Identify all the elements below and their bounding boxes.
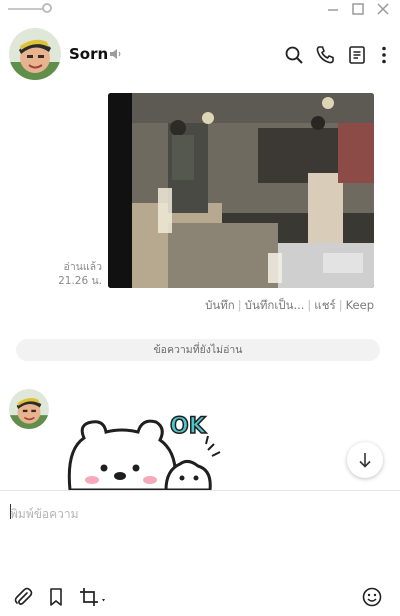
message-actions: บันทึก | บันทึกเป็น... | แชร์ | Keep	[150, 297, 374, 315]
text-caret	[10, 504, 11, 519]
read-status: อ่านแล้ว 21.26 น.	[52, 260, 102, 288]
notes-icon[interactable]	[346, 44, 368, 66]
avatar[interactable]	[9, 28, 61, 80]
scroll-down-button[interactable]	[347, 442, 383, 478]
attach-icon[interactable]	[12, 586, 34, 608]
more-icon[interactable]	[374, 44, 394, 66]
message-photo[interactable]	[108, 93, 374, 288]
message-input[interactable]	[10, 505, 380, 575]
bookmark-icon[interactable]	[45, 586, 67, 608]
sticker[interactable]: OK	[62, 410, 232, 490]
action-separator: |	[338, 298, 343, 312]
message-time: 21.26 น.	[58, 275, 102, 287]
save-as-action[interactable]: บันทึกเป็น...	[245, 298, 305, 312]
emoji-icon[interactable]	[361, 586, 383, 608]
action-separator: |	[237, 298, 242, 312]
share-action[interactable]: แชร์	[314, 298, 335, 312]
unread-divider: ข้อความที่ยังไม่อ่าน	[16, 339, 380, 361]
maximize-icon[interactable]	[347, 0, 369, 18]
contact-name[interactable]: Sorn	[69, 45, 108, 63]
action-separator: |	[307, 298, 312, 312]
minimize-icon[interactable]	[322, 0, 344, 18]
arrow-down-icon	[359, 453, 371, 468]
keep-action[interactable]: Keep	[346, 298, 374, 312]
close-icon[interactable]	[372, 0, 394, 18]
pin-icon[interactable]	[42, 3, 52, 13]
mute-icon	[108, 46, 122, 60]
sticker-text: OK	[169, 413, 206, 440]
read-label: อ่านแล้ว	[63, 261, 102, 273]
search-icon[interactable]	[283, 44, 305, 66]
phone-icon[interactable]	[314, 44, 336, 66]
crop-icon[interactable]	[78, 586, 108, 608]
save-action[interactable]: บันทึก	[205, 298, 235, 312]
sender-avatar[interactable]	[9, 389, 49, 429]
